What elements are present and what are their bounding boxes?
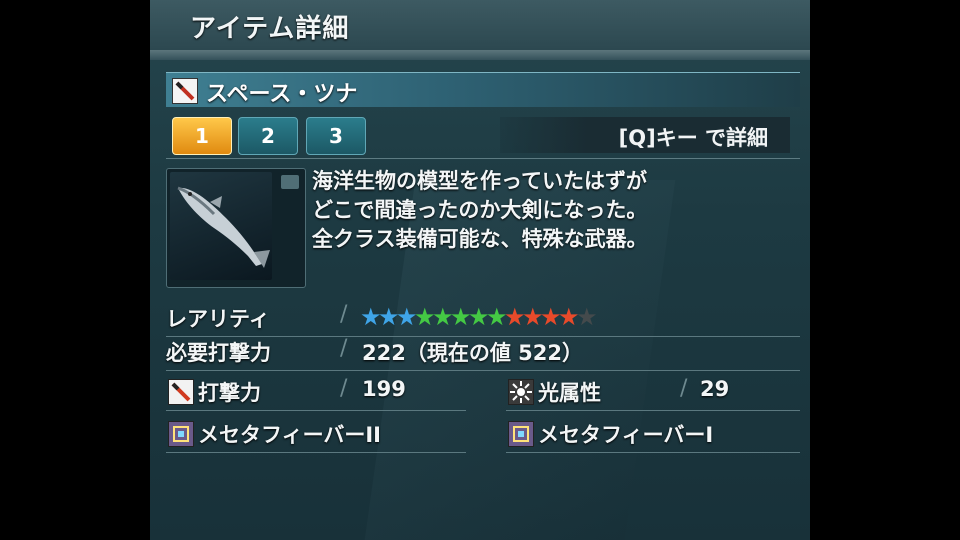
description-line: 海洋生物の模型を作っていたはずが	[312, 169, 647, 193]
ability-1: メセタフィーバーII	[198, 423, 381, 447]
thumbnail-frame	[170, 172, 272, 280]
separator: /	[340, 302, 348, 327]
item-detail-panel: アイテム詳細 スペース・ツナ 1 2 3 [Q]キー で詳細 海洋生物の模型を作…	[150, 0, 810, 540]
separator: /	[340, 376, 348, 401]
sword-icon	[172, 78, 198, 104]
tab-1[interactable]: 1	[172, 117, 232, 155]
item-thumbnail	[166, 168, 306, 288]
header-rail	[150, 50, 810, 60]
item-name-bar: スペース・ツナ	[166, 72, 800, 107]
page-title: アイテム詳細	[190, 14, 350, 44]
divider	[166, 370, 800, 371]
attack-value: 199	[362, 377, 406, 401]
divider	[166, 452, 466, 453]
item-description: 海洋生物の模型を作っていたはずが どこで間違ったのか大剣になった。 全クラス装備…	[312, 167, 782, 254]
divider	[166, 158, 800, 159]
separator: /	[340, 336, 348, 361]
ability-2: メセタフィーバーI	[538, 423, 714, 447]
tab-3[interactable]: 3	[306, 117, 366, 155]
tab-2[interactable]: 2	[238, 117, 298, 155]
divider	[166, 410, 466, 411]
element-label: 光属性	[538, 381, 601, 405]
divider	[506, 410, 800, 411]
attack-label: 打撃力	[198, 381, 261, 405]
required-attack-value: 222（現在の値 522）	[362, 341, 583, 365]
required-attack-label: 必要打撃力	[166, 341, 271, 365]
separator: /	[680, 376, 688, 401]
description-line: どこで間違ったのか大剣になった。	[312, 198, 648, 222]
hint-bar: [Q]キー で詳細	[500, 117, 790, 153]
rarity-star-empty: ★	[576, 303, 598, 331]
light-element-icon	[508, 379, 534, 405]
detail-hint: [Q]キー で詳細	[618, 126, 768, 150]
description-line: 全クラス装備可能な、特殊な武器。	[312, 227, 648, 251]
tuna-sword-image	[177, 186, 270, 268]
rarity-label: レアリティ	[166, 307, 270, 331]
divider	[506, 452, 800, 453]
ability-icon	[168, 421, 194, 447]
header: アイテム詳細	[150, 0, 810, 51]
ability-icon	[508, 421, 534, 447]
element-value: 29	[700, 377, 730, 401]
item-name: スペース・ツナ	[206, 82, 358, 107]
attack-icon	[168, 379, 194, 405]
thumbnail-badge	[281, 175, 299, 189]
